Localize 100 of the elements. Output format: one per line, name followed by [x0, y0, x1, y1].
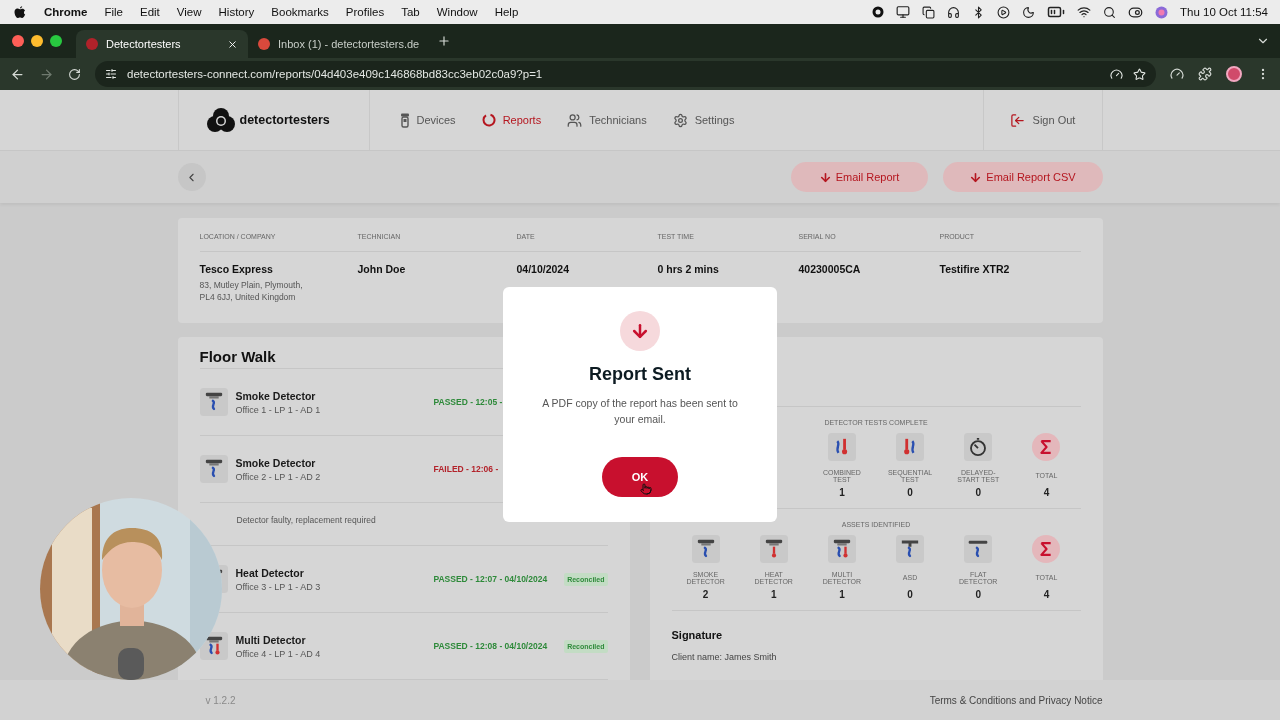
forward-button[interactable] [39, 66, 54, 82]
bluetooth-icon[interactable] [972, 5, 985, 19]
test-result: PASSED - 12:08 - 04/10/2024 [433, 641, 548, 651]
download-icon [620, 311, 660, 351]
stat-count: 1 [770, 589, 777, 600]
menu-bar-clock[interactable]: Thu 10 Oct 11:54 [1180, 6, 1268, 18]
menu-item[interactable]: Tab [401, 6, 420, 18]
settings-icon [672, 112, 688, 128]
app-menu[interactable]: Chrome [44, 6, 88, 18]
control-center-icon[interactable] [1128, 4, 1143, 20]
browser-tab[interactable]: Detectortesters [76, 30, 248, 58]
menu-item[interactable]: Profiles [345, 6, 385, 18]
stat-count: 0 [975, 487, 981, 498]
address-line: PL4 6JJ, United Kingdom [199, 292, 297, 302]
detector-location: Office 3 - LP 1 - AD 3 [235, 581, 322, 592]
wifi-icon[interactable] [1077, 5, 1091, 19]
detector-name: Heat Detector [235, 566, 305, 579]
stat-count: 0 [907, 589, 913, 600]
headphones-icon[interactable] [947, 5, 960, 19]
multi-detector-icon [827, 535, 856, 563]
menu-item[interactable]: File [104, 6, 123, 18]
client-name: Client name: James Smith [671, 652, 778, 662]
detector-name: Multi Detector [235, 633, 307, 646]
minimize-window-button[interactable] [31, 35, 43, 47]
info-value: Tesco Express [199, 263, 274, 275]
detector-name: Smoke Detector [235, 456, 317, 469]
menu-item[interactable]: Edit [140, 6, 160, 18]
moon-icon[interactable] [1022, 5, 1035, 19]
test-result: FAILED - 12:06 - [433, 464, 499, 474]
sigma-icon [1032, 433, 1061, 461]
star-icon[interactable] [1133, 67, 1146, 81]
ok-button[interactable]: OK [602, 457, 678, 497]
nav-link[interactable]: Devices [399, 112, 456, 128]
signature-title: Signature [671, 629, 724, 641]
menu-item[interactable]: Window [436, 6, 478, 18]
stat-count: 1 [839, 487, 845, 498]
url-text: detectortesters-connect.com/reports/04d403e409c146868bd83cc3eb02c0a9?p=1 [127, 68, 544, 80]
version-text: v 1.2.2 [205, 694, 236, 706]
info-value: 0 hrs 2 mins [657, 263, 720, 275]
profile-avatar[interactable] [1226, 66, 1242, 82]
new-tab-button[interactable] [437, 34, 452, 48]
gauge-icon[interactable] [1110, 67, 1123, 81]
detector-location: Office 2 - LP 1 - AD 2 [235, 471, 322, 482]
stat-count: 4 [1043, 487, 1050, 498]
dialog-message: A PDF copy of the report has been sent to your email. [541, 396, 739, 427]
site-settings-icon[interactable] [105, 68, 117, 80]
back-button[interactable] [10, 66, 25, 82]
stopwatch-icon [964, 433, 993, 461]
menu-item[interactable]: View [176, 6, 202, 18]
smoke-detector-icon [199, 388, 228, 416]
plus-icon [437, 34, 452, 48]
stat-count: 4 [1043, 589, 1050, 600]
logo-text: detectortesters [239, 113, 330, 127]
address-bar[interactable]: detectortesters-connect.com/reports/04d403e409c146868bd83cc3eb02c0a9?p=1 [95, 61, 1156, 87]
reload-button[interactable] [68, 67, 81, 81]
nav-link[interactable]: Technicians [567, 112, 647, 128]
detector-location: Office 1 - LP 1 - AD 1 [235, 404, 322, 415]
heat-detector-icon [759, 535, 788, 563]
monitor-icon[interactable] [896, 5, 910, 19]
email-button[interactable]: Email Report [790, 162, 928, 192]
nav-link[interactable]: Reports [481, 113, 542, 127]
info-value: John Doe [357, 263, 407, 275]
record-icon[interactable] [872, 6, 884, 18]
logo-icon [206, 107, 235, 133]
sign-out-link[interactable]: Sign Out [982, 90, 1103, 150]
exit-icon [1009, 112, 1025, 128]
info-value: 04/10/2024 [516, 263, 571, 275]
ring-icon [481, 113, 496, 127]
smoke-detector-icon [691, 535, 720, 563]
stat-count: 0 [907, 487, 913, 498]
stat-count: 2 [702, 589, 709, 600]
smoke-heat-icon [827, 433, 856, 461]
test-result: PASSED - 12:05 - [433, 397, 503, 407]
detector-name: Smoke Detector [235, 389, 317, 402]
close-window-button[interactable] [12, 35, 24, 47]
puzzle-icon[interactable] [1198, 67, 1212, 81]
siri-icon[interactable] [1155, 5, 1168, 19]
windows-icon[interactable] [922, 5, 935, 19]
stat-count: 0 [975, 589, 981, 600]
sigma-icon [1032, 535, 1061, 563]
play-icon[interactable] [997, 5, 1010, 19]
reload-icon [68, 67, 81, 81]
gauge-icon[interactable] [1170, 67, 1184, 81]
favicon-icon [86, 38, 98, 50]
terms-link[interactable]: Terms & Conditions and Privacy Notice [929, 694, 1103, 706]
favicon-icon [258, 38, 270, 50]
menu-item[interactable]: Bookmarks [271, 6, 329, 18]
close-icon[interactable] [227, 38, 238, 50]
arrow-right-icon [39, 66, 54, 82]
arrow-down-icon [818, 170, 832, 184]
browser-tab[interactable]: Inbox (1) - detectortesters.de [248, 30, 430, 58]
menu-item[interactable]: Help [494, 6, 519, 18]
email-button[interactable]: Email Report CSV [942, 162, 1103, 192]
apple-logo-icon[interactable] [14, 5, 26, 19]
heat-smoke-icon [896, 433, 925, 461]
zoom-window-button[interactable] [50, 35, 62, 47]
search-icon[interactable] [1103, 5, 1116, 19]
menu-item[interactable]: History [218, 6, 255, 18]
nav-link[interactable]: Settings [672, 112, 735, 128]
test-result: PASSED - 12:07 - 04/10/2024 [433, 574, 548, 584]
